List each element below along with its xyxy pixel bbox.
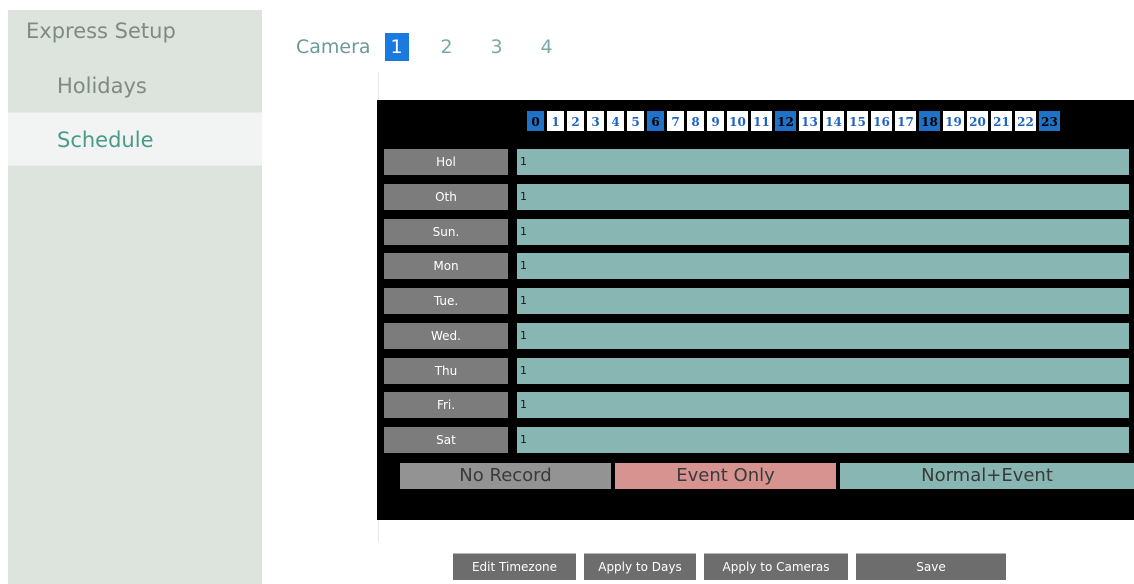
day-schedule-bar[interactable]: 1 [517,322,1129,349]
day-button-8[interactable]: Sat [384,427,508,453]
day-button-5[interactable]: Wed. [384,322,508,349]
day-row: Mon 1 [384,253,1129,280]
hour-cell-13[interactable]: 13 [798,110,821,132]
hour-cell-21[interactable]: 21 [990,110,1013,132]
day-schedule-bar[interactable]: 1 [517,218,1129,245]
day-row: Hol 1 [384,149,1129,175]
hour-cell-19[interactable]: 19 [942,110,965,132]
camera-tab-2[interactable]: 2 [435,33,459,61]
legend: No Record Event Only Normal+Event [400,463,1134,489]
day-schedule-bar[interactable]: 1 [517,253,1129,280]
sidebar-item-express-setup[interactable]: Express Setup [8,10,262,60]
legend-event-only[interactable]: Event Only [615,463,836,489]
apply-to-cameras-button[interactable]: Apply to Cameras [704,553,848,580]
save-button[interactable]: Save [856,553,1006,580]
day-row: Sun. 1 [384,218,1129,245]
day-row: Thu 1 [384,357,1129,384]
day-button-4[interactable]: Tue. [384,288,508,314]
day-button-0[interactable]: Hol [384,149,508,175]
day-button-7[interactable]: Fri. [384,392,508,419]
hour-cell-8[interactable]: 8 [686,110,705,132]
day-row: Sat 1 [384,427,1129,453]
hour-cell-1[interactable]: 1 [546,110,565,132]
day-button-1[interactable]: Oth [384,183,508,210]
hour-cell-7[interactable]: 7 [666,110,685,132]
hour-cell-5[interactable]: 5 [626,110,645,132]
hour-cell-12[interactable]: 12 [774,110,797,132]
hour-cell-0[interactable]: 0 [526,110,545,132]
camera-label: Camera [296,36,371,58]
day-schedule-bar[interactable]: 1 [517,427,1129,453]
hour-cell-3[interactable]: 3 [586,110,605,132]
hour-cell-22[interactable]: 22 [1014,110,1037,132]
hour-cell-16[interactable]: 16 [870,110,893,132]
hour-cell-18[interactable]: 18 [918,110,941,132]
day-schedule-bar[interactable]: 1 [517,149,1129,175]
camera-tab-1[interactable]: 1 [384,33,409,61]
sidebar-item-holidays[interactable]: Holidays [8,60,262,112]
day-row: Tue. 1 [384,288,1129,314]
day-button-6[interactable]: Thu [384,357,508,384]
hour-cell-4[interactable]: 4 [606,110,625,132]
hour-cell-15[interactable]: 15 [846,110,869,132]
camera-selector: Camera 1 2 3 4 [296,33,585,61]
camera-tab-4[interactable]: 4 [535,33,559,61]
hour-cell-17[interactable]: 17 [894,110,917,132]
day-schedule-bar[interactable]: 1 [517,288,1129,314]
hour-cell-6[interactable]: 6 [646,110,665,132]
hour-cell-14[interactable]: 14 [822,110,845,132]
day-row: Wed. 1 [384,322,1129,349]
legend-no-record[interactable]: No Record [400,463,611,489]
day-row: Oth 1 [384,183,1129,210]
hour-cell-20[interactable]: 20 [966,110,989,132]
edit-timezone-button[interactable]: Edit Timezone [453,553,576,580]
sidebar-item-schedule[interactable]: Schedule [8,112,262,166]
day-schedule-bar[interactable]: 1 [517,357,1129,384]
camera-tab-3[interactable]: 3 [485,33,509,61]
day-schedule-bar[interactable]: 1 [517,183,1129,210]
day-button-3[interactable]: Mon [384,253,508,280]
sidebar: Express Setup Holidays Schedule [8,10,262,584]
day-button-2[interactable]: Sun. [384,218,508,245]
action-buttons: Edit Timezone Apply to Days Apply to Cam… [453,553,1014,580]
hour-cell-11[interactable]: 11 [750,110,773,132]
day-row: Fri. 1 [384,392,1129,419]
hour-cell-2[interactable]: 2 [566,110,585,132]
day-schedule-bar[interactable]: 1 [517,392,1129,419]
hour-cell-9[interactable]: 9 [706,110,725,132]
apply-to-days-button[interactable]: Apply to Days [584,553,696,580]
hour-cell-10[interactable]: 10 [726,110,749,132]
hour-cell-23[interactable]: 23 [1038,110,1061,132]
legend-normal-event[interactable]: Normal+Event [840,463,1134,489]
hour-header: 0 1 2 3 4 5 6 7 8 9 10 11 12 13 14 15 16 17 18 19 20 21 22 23 [526,110,1062,132]
